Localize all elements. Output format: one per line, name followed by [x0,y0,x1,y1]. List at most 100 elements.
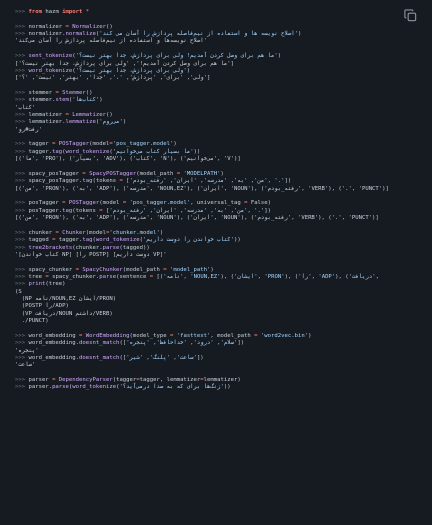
output-text: ['ما هم برای وصل کردن آمدیم!', 'ولی برای… [15,60,234,67]
code-text: chunker [28,229,56,236]
function-name: tree2brackets [28,244,73,251]
string-literal: 'fasttext' [173,332,211,339]
function-name: Stemmer [58,89,86,96]
function-name: tag [82,178,93,185]
string-literal: 'pos_tagger.model' [126,200,191,207]
string-literal: 'را' [298,273,312,280]
code-text: [ [122,178,130,185]
code-text: stemmer [28,89,56,96]
operator: * [82,9,90,15]
code-text: () [85,89,93,96]
code-text: ]) [284,178,292,185]
prompt: >>> [15,273,29,280]
string-literal: 'من', 'به', 'مدرسه', 'ایران', 'رفته_بودم… [129,178,285,185]
code-line: >>> word_tokenize('ولی برای پردازش، جدا … [15,68,432,75]
string-literal: 'کتاب‌ها' [72,97,100,104]
code-line: >>> sent_tokenize('ما هم برای وصل کردن آ… [15,53,432,60]
code-text: normalizer. [28,31,66,38]
prompt: >>> [15,207,29,214]
code-text: (model_type [129,332,170,339]
function-name: lemmatize [65,119,96,126]
code-text: ) [159,229,164,236]
code-text: (model_path [122,266,164,273]
prompt: >>> [15,340,29,347]
code-line: [('من', 'PRON'), ('به', 'ADP'), ('مدرسه'… [15,215,432,222]
code-line: 'کتاب' [15,105,432,112]
string-literal: 'سلام', 'درود', 'خداحافظ', 'پنجره' [126,340,238,347]
code-line: 'رفت#رو' [15,127,432,134]
prompt: >>> [15,148,29,155]
keyword: from [28,9,42,15]
function-name: word_tokenize [28,67,73,74]
code-text: stemmer. [28,97,56,104]
code-line: >>> lemmatizer = Lemmatizer() [15,112,432,119]
code-text: () [105,23,113,30]
code-text: (tree) [45,281,66,288]
function-name: WordEmbedding [82,332,130,339]
output-text: 'رفت#رو' [15,126,42,133]
output-text: 'ساعت' [15,362,36,369]
code-lines: >>> from hazm import * >>> normalizer = N… [15,9,432,392]
code-line: 'اصلاح نویسه‌ها و استفاده از نیم‌فاصله پ… [15,38,432,45]
function-name: Chunker [58,229,86,236]
code-text: spacy_posTagger [28,170,83,177]
code-line: >>> posTagger.tag(tokens = ['من', 'به', … [15,208,432,215]
keyword: import [62,9,83,15]
function-name: print [28,281,46,288]
code-text: )) [193,148,201,155]
code-text: normalizer [28,23,66,30]
code-line: (VP دریافت/NOUN داشتم/VERB) [15,311,432,318]
string-literal: 'pos_tagger.model' [112,141,174,148]
code-line: (POSTP را/ADP) [15,303,432,310]
prompt: >>> [15,89,29,96]
code-line: >>> tree2brackets(chunker.parse(tagged)) [15,245,432,252]
function-name: SpacyPOSTagger [85,170,137,177]
code-line: >>> spacy_posTagger = SpacyPOSTagger(mod… [15,171,432,178]
output-text: 'پنجره' [15,347,39,354]
code-text: lemmatizer) [203,376,241,383]
prompt: >>> [15,31,29,38]
code-line: >>> lemmatizer.lemmatize('می‌روم') [15,119,432,126]
code-text: ]) [264,207,272,214]
string-literal: 'نامه' [163,273,184,280]
string-literal: 'ساعت', 'پلنگ', 'شیر' [126,354,197,361]
prompt: >>> [15,237,29,244]
code-text: (tagged)) [119,244,150,251]
code-text: tagger [28,141,53,148]
output-text: 'اصلاح نویسه‌ها و استفاده از نیم‌فاصله پ… [15,38,208,45]
code-line: >>> tree = spacy_chunker.parse(sentence … [15,274,432,281]
code-text: , [375,273,379,280]
code-line: ['ما هم برای وصل کردن آمدیم!', 'ولی برای… [15,61,432,68]
code-text: )) [233,237,241,244]
function-name: tag [52,148,63,155]
prompt: >>> [15,170,29,177]
prompt: >>> [15,376,29,383]
prompt: >>> [15,53,29,60]
code-text: tagger. [28,148,53,155]
code-text: , universal_tag [190,200,245,207]
code-text: (chunker. [72,244,103,251]
string-literal: 'اصلاح نویسه ها و استفاده از نیم‌فاصله پ… [99,31,298,38]
code-line: >>> stemmer.stem('کتاب‌ها') [15,97,432,104]
prompt: >>> [15,97,29,104]
function-name: POSTagger [65,200,100,207]
string-literal: 'ADP' [318,273,336,280]
code-line: >>> word_embedding = WordEmbedding(model… [15,333,432,340]
code-line: >>> from hazm import * [15,9,432,16]
code-line: [('من', 'PRON'), ('به', 'ADP'), ('مدرسه'… [15,186,432,193]
prompt: >>> [15,384,29,391]
code-text: hazm [41,9,63,15]
function-name: tag [82,237,93,244]
code-line: [('ما', 'PRO'), ('بسیار', 'ADV'), ('کتاب… [15,156,432,163]
code-text: () [105,112,113,119]
code-text: ), ( [284,273,299,280]
code-line: >>> normalizer = Normalizer() [15,24,432,31]
output-text: (NP نامه/NOUN,EZ ایشان/PRON) [15,296,117,303]
code-text: (model [99,200,123,207]
string-literal: 'من', 'به', 'مدرسه', 'ایران', 'رفته_بودم… [109,207,265,214]
